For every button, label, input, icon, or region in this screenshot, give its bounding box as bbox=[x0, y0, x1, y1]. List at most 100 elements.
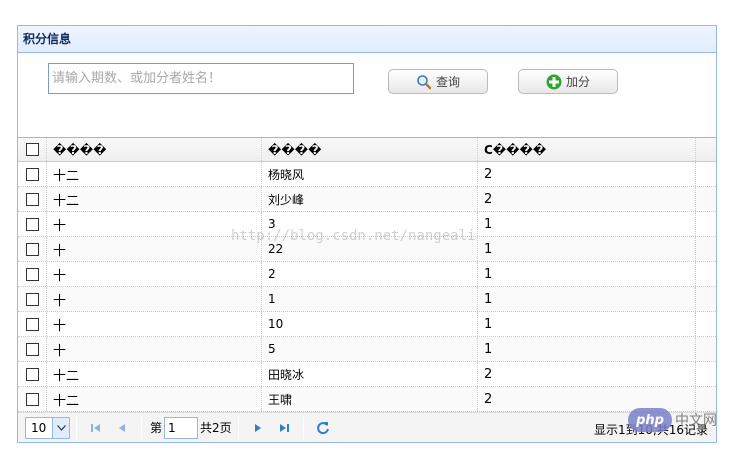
next-page-button[interactable] bbox=[245, 417, 271, 439]
cell-name: 3 bbox=[262, 212, 478, 236]
page-size-value: 10 bbox=[31, 420, 47, 435]
row-select-cell bbox=[18, 312, 47, 336]
add-points-button-label: 加分 bbox=[565, 75, 590, 89]
search-input[interactable] bbox=[48, 63, 354, 94]
row-checkbox[interactable] bbox=[25, 267, 39, 281]
table-row[interactable]: 十二 刘少峰 2 bbox=[18, 187, 716, 212]
points-panel: 积分信息 查询 加分 ���� ���� C���� bbox=[17, 25, 717, 443]
row-checkbox[interactable] bbox=[25, 167, 39, 181]
row-checkbox[interactable] bbox=[25, 367, 39, 381]
cell-name: 22 bbox=[262, 237, 478, 261]
cell-name: 10 bbox=[262, 312, 478, 336]
row-spacer bbox=[696, 312, 716, 336]
row-spacer bbox=[696, 287, 716, 311]
row-spacer bbox=[696, 362, 716, 386]
cell-period: 十 bbox=[47, 237, 262, 261]
table-row[interactable]: 十 10 1 bbox=[18, 312, 716, 337]
cell-points: 1 bbox=[478, 237, 696, 261]
cell-period: 十 bbox=[47, 287, 262, 311]
first-page-button[interactable] bbox=[83, 417, 109, 439]
column-header-points[interactable]: C���� bbox=[478, 138, 696, 161]
cell-period: 十 bbox=[47, 212, 262, 236]
row-spacer bbox=[696, 337, 716, 361]
pager-separator bbox=[237, 416, 239, 439]
chevron-down-icon[interactable] bbox=[52, 417, 69, 438]
row-checkbox[interactable] bbox=[25, 317, 39, 331]
row-select-cell bbox=[18, 237, 47, 261]
search-toolbar: 查询 加分 bbox=[18, 53, 716, 135]
points-datagrid: ���� ���� C���� 十二 杨晓风 2 十二 刘少峰 2 十 3 1 十 22 1 十 2 1 十 1… bbox=[18, 137, 716, 412]
page-info-text: 显示1到10,共16记录 bbox=[594, 423, 708, 437]
table-row[interactable]: 十二 田晓冰 2 bbox=[18, 362, 716, 387]
total-pages-label: 共2页 bbox=[200, 421, 232, 435]
query-button-label: 查询 bbox=[435, 75, 460, 89]
cell-points: 1 bbox=[478, 212, 696, 236]
add-points-button[interactable]: 加分 bbox=[518, 69, 618, 94]
row-select-cell bbox=[18, 162, 47, 186]
row-select-cell bbox=[18, 212, 47, 236]
row-checkbox[interactable] bbox=[25, 342, 39, 356]
query-button[interactable]: 查询 bbox=[388, 69, 488, 94]
cell-points: 2 bbox=[478, 162, 696, 186]
column-header-name[interactable]: ���� bbox=[262, 138, 478, 161]
plus-icon bbox=[546, 74, 562, 89]
page-size-select[interactable]: 10 bbox=[25, 416, 70, 439]
row-checkbox[interactable] bbox=[25, 392, 39, 406]
row-select-cell bbox=[18, 287, 47, 311]
select-all-cell bbox=[18, 138, 47, 161]
cell-period: 十二 bbox=[47, 387, 262, 411]
cell-points: 2 bbox=[478, 362, 696, 386]
cell-period: 十 bbox=[47, 262, 262, 286]
row-spacer bbox=[696, 387, 716, 411]
row-checkbox[interactable] bbox=[25, 292, 39, 306]
table-row[interactable]: 十二 杨晓风 2 bbox=[18, 162, 716, 187]
row-select-cell bbox=[18, 337, 47, 361]
row-checkbox[interactable] bbox=[25, 242, 39, 256]
cell-points: 1 bbox=[478, 262, 696, 286]
pager-separator bbox=[141, 416, 142, 439]
cell-period: 十 bbox=[47, 312, 262, 336]
table-row[interactable]: 十51 bbox=[18, 337, 716, 362]
cell-points: 2 bbox=[478, 187, 696, 211]
header-spacer bbox=[696, 138, 716, 161]
current-page-input[interactable] bbox=[164, 416, 199, 439]
cell-name: 1 bbox=[262, 287, 478, 311]
row-spacer bbox=[696, 187, 716, 211]
refresh-icon bbox=[316, 421, 329, 434]
panel-title: 积分信息 bbox=[18, 26, 716, 53]
prev-page-button[interactable] bbox=[109, 417, 135, 439]
last-page-button[interactable] bbox=[271, 417, 297, 439]
select-all-checkbox[interactable] bbox=[25, 143, 39, 156]
column-header-period[interactable]: ���� bbox=[47, 138, 262, 161]
cell-period: 十二 bbox=[47, 187, 262, 211]
row-spacer bbox=[696, 262, 716, 286]
row-select-cell bbox=[18, 387, 47, 411]
page-prefix-label: 第 bbox=[150, 421, 163, 435]
cell-name: 刘少峰 bbox=[262, 187, 478, 211]
row-select-cell bbox=[18, 187, 47, 211]
cell-points: 1 bbox=[478, 312, 696, 336]
pager-separator bbox=[76, 416, 77, 439]
table-row[interactable]: 十31 bbox=[18, 212, 716, 237]
cell-period: 十 bbox=[47, 337, 262, 361]
row-spacer bbox=[696, 212, 716, 236]
last-page-icon bbox=[279, 423, 289, 432]
table-row[interactable]: 十 22 1 bbox=[18, 237, 716, 262]
cell-name: 田晓冰 bbox=[262, 362, 478, 386]
row-checkbox[interactable] bbox=[25, 217, 39, 231]
refresh-button[interactable] bbox=[310, 417, 336, 439]
table-row[interactable]: 十21 bbox=[18, 262, 716, 287]
cell-period: 十二 bbox=[47, 162, 262, 186]
cell-points: 2 bbox=[478, 387, 696, 411]
cell-name: 杨晓风 bbox=[262, 162, 478, 186]
grid-body: 十二 杨晓风 2 十二 刘少峰 2 十 3 1 十 22 1 十 2 1 十 1 1 十 10 1 十 5 1 十二 田晓冰 2 十二… bbox=[18, 162, 716, 412]
row-checkbox[interactable] bbox=[25, 192, 39, 206]
cell-name: 王啸 bbox=[262, 387, 478, 411]
table-row[interactable]: 十二 王啸 2 bbox=[18, 387, 716, 412]
grid-header-row: ���� ���� C���� bbox=[18, 138, 716, 162]
cell-name: 5 bbox=[262, 337, 478, 361]
row-select-cell bbox=[18, 262, 47, 286]
row-spacer bbox=[696, 162, 716, 186]
cell-period: 十二 bbox=[47, 362, 262, 386]
table-row[interactable]: 十11 bbox=[18, 287, 716, 312]
